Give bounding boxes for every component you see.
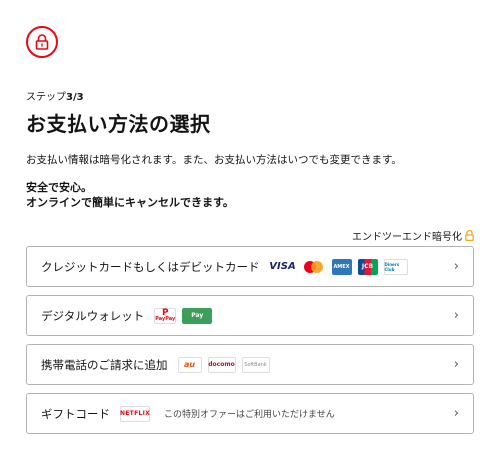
chevron-right-icon: › — [453, 259, 459, 274]
paypay-text: PayPay — [155, 315, 176, 322]
visa-logo: VISA — [269, 261, 296, 272]
encryption-notice: エンドツーエンド暗号化 — [352, 228, 474, 243]
docomo-logo: docomo — [207, 356, 236, 373]
payment-option-gift-code[interactable]: ギフトコード NETFLIX この特別オファーはご利用いただけません › — [26, 393, 474, 434]
step-current: 3/3 — [66, 92, 84, 103]
lock-icon — [26, 26, 58, 58]
amex-logo: AMEX — [331, 258, 352, 275]
safe-line-1: 安全で安心。 — [26, 181, 92, 194]
safe-message: 安全で安心。 オンラインで簡単にキャンセルできます。 — [26, 180, 234, 210]
lock-icon — [465, 230, 474, 241]
option-label: ギフトコード — [41, 406, 110, 421]
au-logo: au — [177, 356, 202, 373]
gift-unavailable-note: この特別オファーはご利用いただけません — [164, 410, 335, 420]
option-label: クレジットカードもしくはデビットカード — [41, 259, 260, 274]
pay-logo: Pay — [182, 307, 213, 324]
jcb-logo: JCB — [357, 258, 378, 275]
payment-option-carrier[interactable]: 携帯電話のご請求に追加 au docomo SoftBank › — [26, 344, 474, 385]
chevron-right-icon: › — [453, 406, 459, 421]
safe-line-2: オンラインで簡単にキャンセルできます。 — [26, 196, 234, 209]
step-prefix: ステップ — [26, 92, 66, 103]
payment-option-card[interactable]: クレジットカードもしくはデビットカード VISA AMEX JCB Diners… — [26, 246, 474, 287]
payment-option-wallet[interactable]: デジタルウォレット P PayPay Pay › — [26, 295, 474, 336]
option-label: デジタルウォレット — [41, 308, 145, 323]
softbank-logo: SoftBank — [241, 356, 270, 373]
page-title: お支払い方法の選択 — [26, 112, 211, 136]
mastercard-logo — [302, 259, 326, 275]
option-label: 携帯電話のご請求に追加 — [41, 357, 168, 372]
netflix-logo: NETFLIX — [120, 405, 150, 422]
step-indicator: ステップ3/3 — [26, 88, 84, 103]
chevron-right-icon: › — [453, 357, 459, 372]
payment-description: お支払い情報は暗号化されます。また、お支払い方法はいつでも変更できます。 — [26, 154, 402, 166]
diners-logo: Diners Club — [383, 258, 408, 275]
paypay-logo: P PayPay — [154, 307, 177, 324]
chevron-right-icon: › — [453, 308, 459, 323]
encryption-label: エンドツーエンド暗号化 — [352, 232, 462, 243]
